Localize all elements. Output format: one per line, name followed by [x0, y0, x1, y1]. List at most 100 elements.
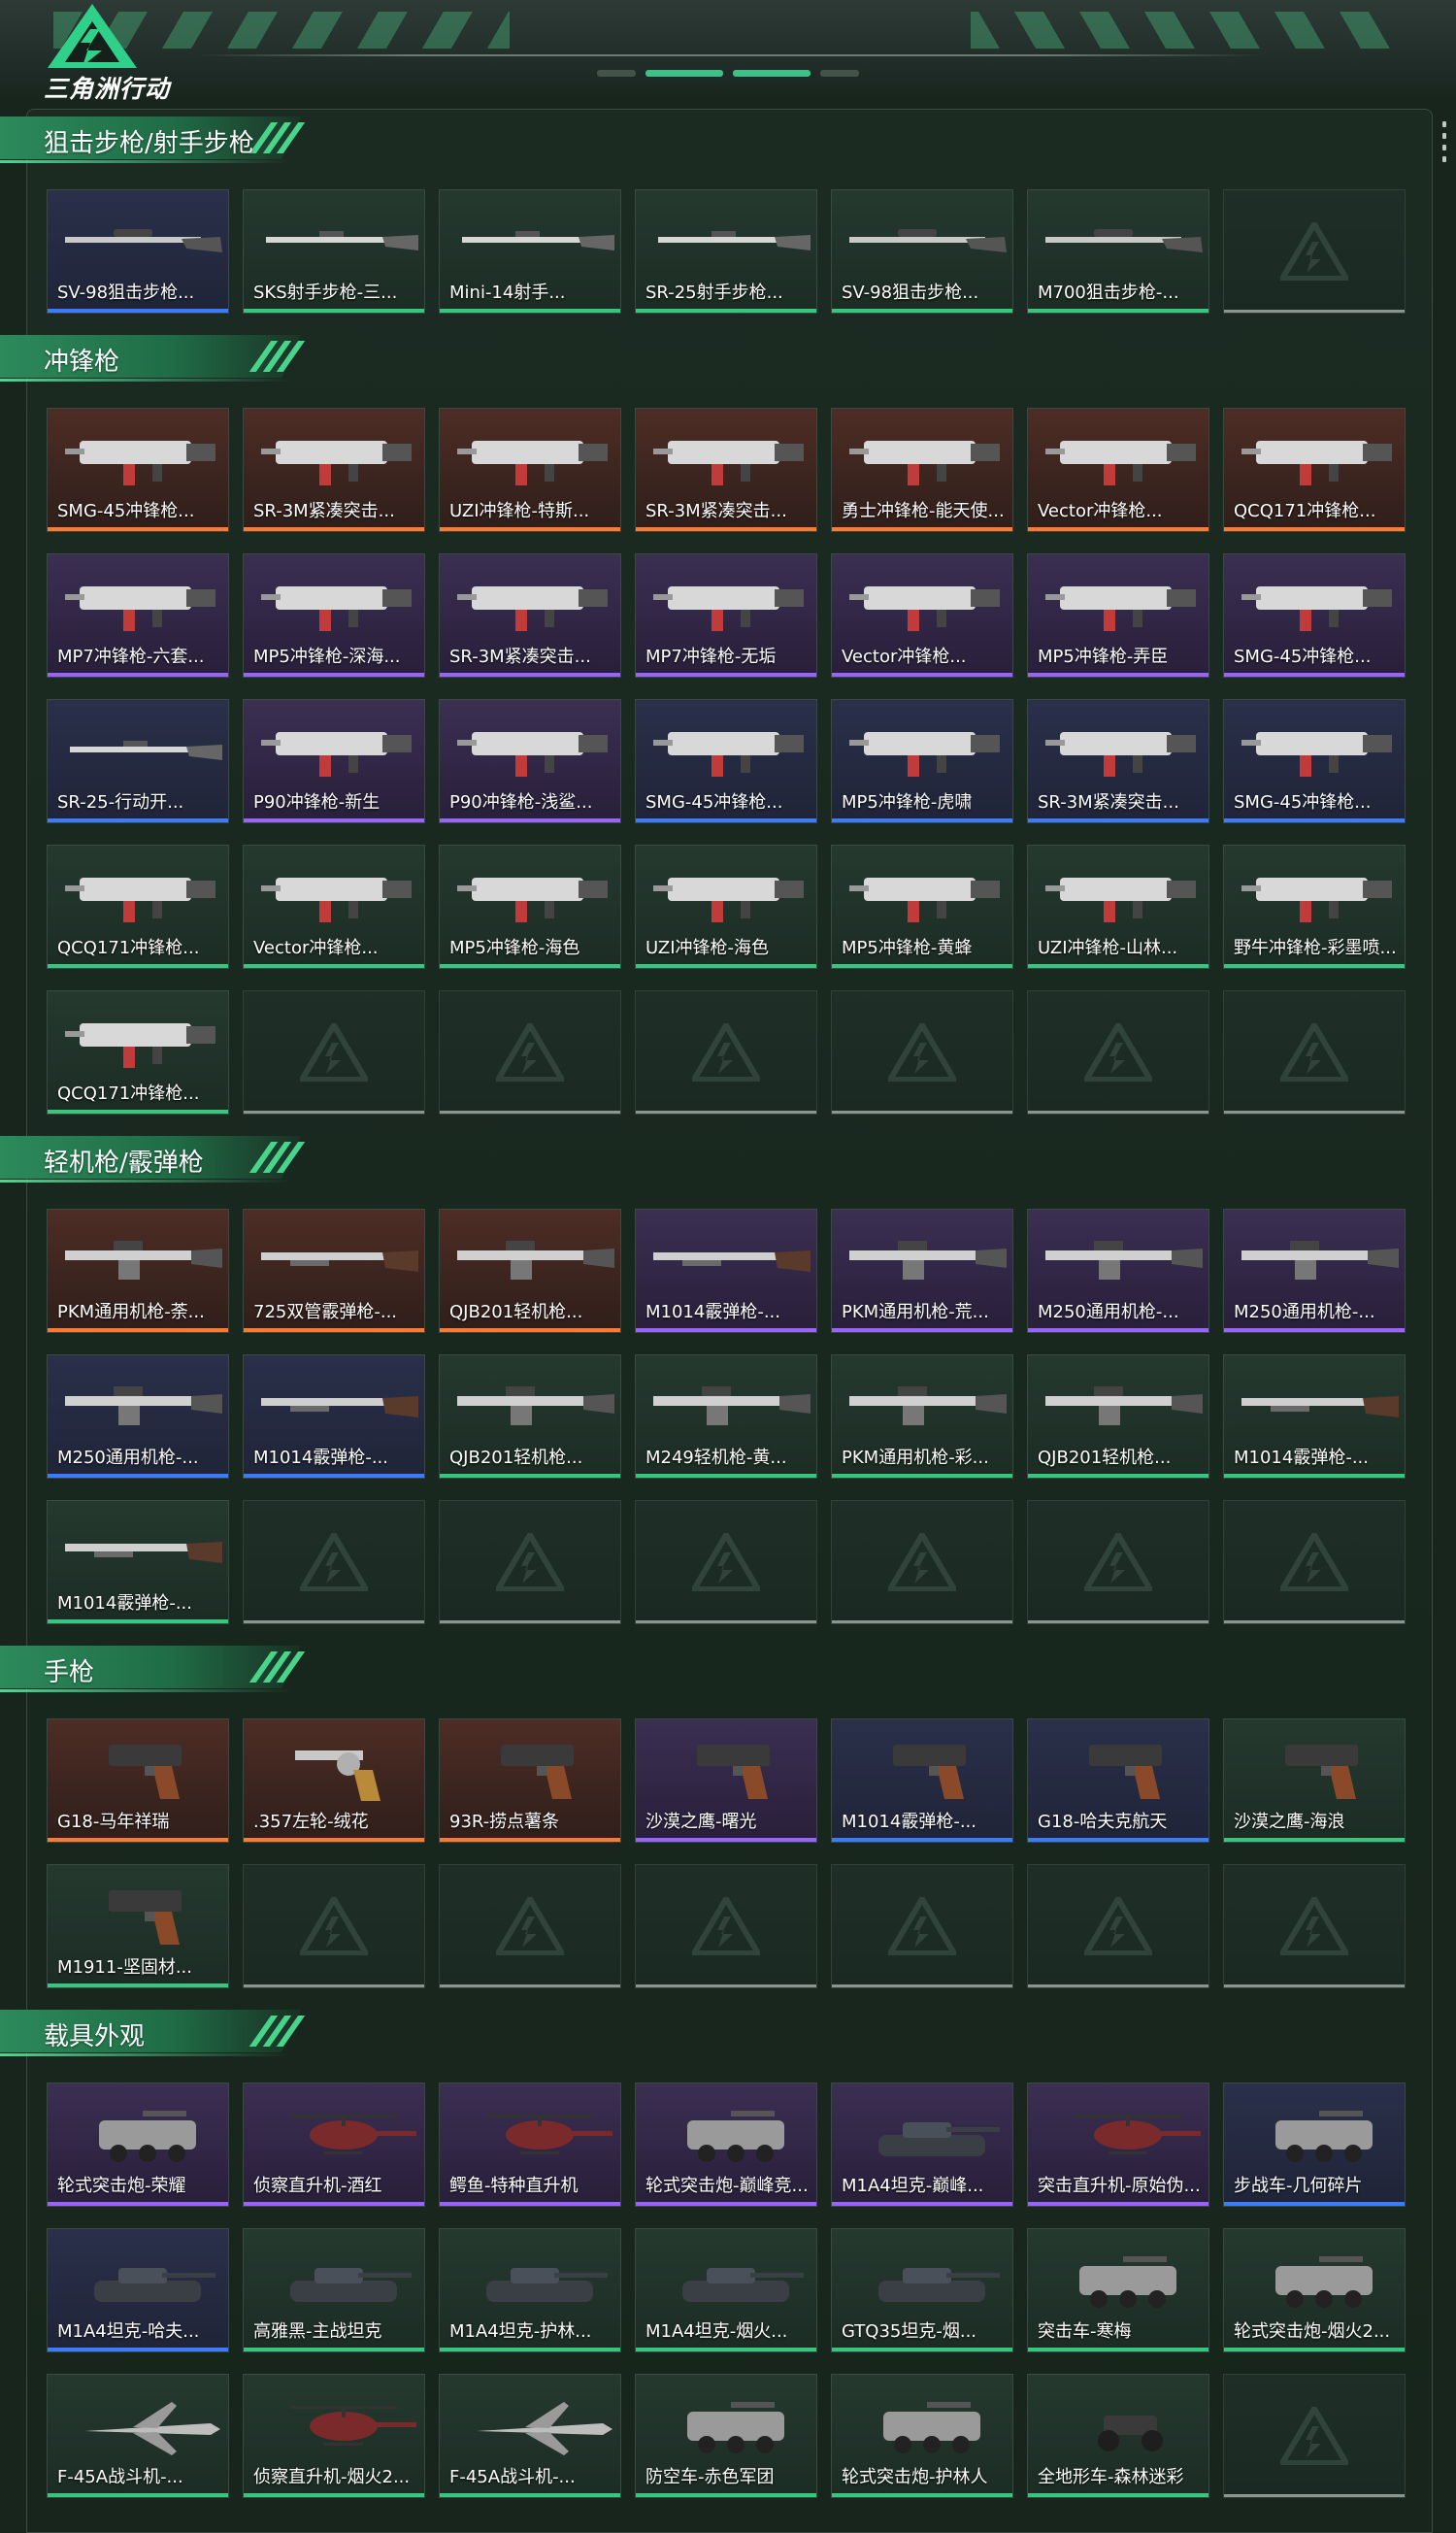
item-card[interactable]: 沙漠之鹰-海浪 — [1223, 1718, 1406, 1843]
item-card[interactable]: SR-3M紧凑突击... — [1027, 699, 1209, 823]
item-card[interactable]: M1A4坦克-护林... — [439, 2228, 621, 2352]
item-card[interactable]: QJB201轻机枪... — [439, 1354, 621, 1479]
item-card[interactable]: MP5冲锋枪-弄臣 — [1027, 553, 1209, 678]
item-card[interactable]: Vector冲锋枪... — [243, 845, 425, 969]
item-card[interactable]: 野牛冲锋枪-彩墨喷... — [1223, 845, 1406, 969]
item-card[interactable]: 突击车-寒梅 — [1027, 2228, 1209, 2352]
item-card[interactable]: M250通用机枪-... — [1223, 1209, 1406, 1333]
item-card[interactable]: P90冲锋枪-新生 — [243, 699, 425, 823]
item-card[interactable]: M1014霰弹枪-... — [1223, 1354, 1406, 1479]
quality-bar — [440, 1328, 620, 1332]
item-card[interactable]: 轮式突击炮-巅峰竞... — [635, 2083, 817, 2207]
item-card[interactable]: 725双管霰弹枪-... — [243, 1209, 425, 1333]
item-card[interactable]: SR-3M紧凑突击... — [635, 408, 817, 532]
item-card[interactable]: M1014霰弹枪-... — [635, 1209, 817, 1333]
item-card[interactable]: 轮式突击炮-护林人 — [831, 2374, 1013, 2498]
item-card[interactable]: 防空车-赤色军团 — [635, 2374, 817, 2498]
item-card[interactable]: M700狙击步枪-... — [1027, 189, 1209, 314]
item-card[interactable]: GTQ35坦克-烟... — [831, 2228, 1013, 2352]
item-card[interactable]: QCQ171冲锋枪... — [47, 845, 229, 969]
empty-slot — [831, 1500, 1013, 1624]
item-card[interactable]: PKM通用机枪-荼... — [47, 1209, 229, 1333]
item-card[interactable]: SKS射手步枪-三... — [243, 189, 425, 314]
item-card[interactable]: UZI冲锋枪-特斯... — [439, 408, 621, 532]
item-card[interactable]: Mini-14射手... — [439, 189, 621, 314]
item-card[interactable]: UZI冲锋枪-山林... — [1027, 845, 1209, 969]
item-card[interactable]: 步战车-几何碎片 — [1223, 2083, 1406, 2207]
item-card[interactable]: SR-25-行动开... — [47, 699, 229, 823]
item-card[interactable]: QJB201轻机枪... — [1027, 1354, 1209, 1479]
item-card[interactable]: M250通用机枪-... — [47, 1354, 229, 1479]
delta-placeholder-icon — [1280, 2407, 1348, 2465]
item-card[interactable]: M250通用机枪-... — [1027, 1209, 1209, 1333]
item-card[interactable]: 侦察直升机-酒红 — [243, 2083, 425, 2207]
item-card[interactable]: QJB201轻机枪... — [439, 1209, 621, 1333]
smg-icon — [849, 732, 1000, 777]
item-card[interactable]: M1A4坦克-烟火... — [635, 2228, 817, 2352]
item-card[interactable]: MP5冲锋枪-虎啸 — [831, 699, 1013, 823]
scrollbar[interactable] — [1442, 121, 1446, 162]
item-card[interactable]: 突击直升机-原始伪... — [1027, 2083, 1209, 2207]
item-name: 野牛冲锋枪-彩墨喷... — [1234, 938, 1397, 958]
item-card[interactable]: SMG-45冲锋枪... — [635, 699, 817, 823]
empty-slot — [243, 990, 425, 1115]
quality-bar — [244, 527, 424, 531]
smg-icon — [849, 441, 1000, 485]
item-name: M1014霰弹枪-... — [645, 1302, 780, 1322]
item-card[interactable]: SR-25射手步枪... — [635, 189, 817, 314]
quality-bar — [1028, 1474, 1208, 1478]
item-name: SV-98狙击步枪... — [842, 283, 979, 303]
item-name: 全地形车-森林迷彩 — [1038, 2467, 1184, 2487]
item-card[interactable]: M1014霰弹枪-... — [831, 1718, 1013, 1843]
item-card[interactable]: QCQ171冲锋枪... — [1223, 408, 1406, 532]
item-card[interactable]: F-45A战斗机-... — [439, 2374, 621, 2498]
item-card[interactable]: MP5冲锋枪-黄蜂 — [831, 845, 1013, 969]
item-card[interactable]: MP7冲锋枪-六套... — [47, 553, 229, 678]
item-card[interactable]: M1014霰弹枪-... — [243, 1354, 425, 1479]
item-card[interactable]: 高雅黑-主战坦克 — [243, 2228, 425, 2352]
item-card[interactable]: SR-3M紧凑突击... — [439, 553, 621, 678]
item-card[interactable]: Vector冲锋枪... — [1027, 408, 1209, 532]
item-card[interactable]: 93R-捞点薯条 — [439, 1718, 621, 1843]
item-card[interactable]: SV-98狙击步枪... — [47, 189, 229, 314]
quality-bar — [440, 527, 620, 531]
item-card[interactable]: 侦察直升机-烟火2... — [243, 2374, 425, 2498]
item-name: SR-3M紧凑突击... — [253, 501, 395, 521]
item-card[interactable]: PKM通用机枪-彩... — [831, 1354, 1013, 1479]
item-card[interactable]: 沙漠之鹰-曙光 — [635, 1718, 817, 1843]
smg-icon — [653, 441, 804, 485]
empty-slot — [635, 1500, 817, 1624]
item-card[interactable]: SMG-45冲锋枪... — [47, 408, 229, 532]
item-card[interactable]: M1911-坚固材... — [47, 1864, 229, 1988]
item-card[interactable]: SR-3M紧凑突击... — [243, 408, 425, 532]
item-card[interactable]: MP7冲锋枪-无垢 — [635, 553, 817, 678]
item-card[interactable]: G18-马年祥瑞 — [47, 1718, 229, 1843]
item-name: 侦察直升机-烟火2... — [253, 2467, 411, 2487]
item-card[interactable]: Vector冲锋枪... — [831, 553, 1013, 678]
item-name: M1014霰弹枪-... — [57, 1593, 192, 1614]
item-card[interactable]: M1014霰弹枪-... — [47, 1500, 229, 1624]
item-card[interactable]: M1A4坦克-巅峰... — [831, 2083, 1013, 2207]
item-card[interactable]: SMG-45冲锋枪... — [1223, 699, 1406, 823]
item-card[interactable]: MP5冲锋枪-深海... — [243, 553, 425, 678]
item-card[interactable]: 鳄鱼-特种直升机 — [439, 2083, 621, 2207]
machine-gun-icon — [65, 1241, 222, 1280]
item-card[interactable]: 勇士冲锋枪-能天使... — [831, 408, 1013, 532]
item-card[interactable]: F-45A战斗机-... — [47, 2374, 229, 2498]
item-card[interactable]: P90冲锋枪-浅鲨... — [439, 699, 621, 823]
item-card[interactable]: 轮式突击炮-烟火2... — [1223, 2228, 1406, 2352]
item-card[interactable]: SMG-45冲锋枪... — [1223, 553, 1406, 678]
item-card[interactable]: PKM通用机枪-荒... — [831, 1209, 1013, 1333]
item-card[interactable]: 全地形车-森林迷彩 — [1027, 2374, 1209, 2498]
item-card[interactable]: MP5冲锋枪-海色 — [439, 845, 621, 969]
item-card[interactable]: UZI冲锋枪-海色 — [635, 845, 817, 969]
smg-icon — [261, 586, 412, 631]
item-card[interactable]: M1A4坦克-哈夫... — [47, 2228, 229, 2352]
delta-placeholder-icon — [300, 1023, 368, 1082]
item-card[interactable]: .357左轮-绒花 — [243, 1718, 425, 1843]
item-card[interactable]: QCQ171冲锋枪... — [47, 990, 229, 1115]
item-card[interactable]: 轮式突击炮-荣耀 — [47, 2083, 229, 2207]
item-card[interactable]: SV-98狙击步枪... — [831, 189, 1013, 314]
item-card[interactable]: M249轻机枪-黄... — [635, 1354, 817, 1479]
item-card[interactable]: G18-哈夫克航天 — [1027, 1718, 1209, 1843]
